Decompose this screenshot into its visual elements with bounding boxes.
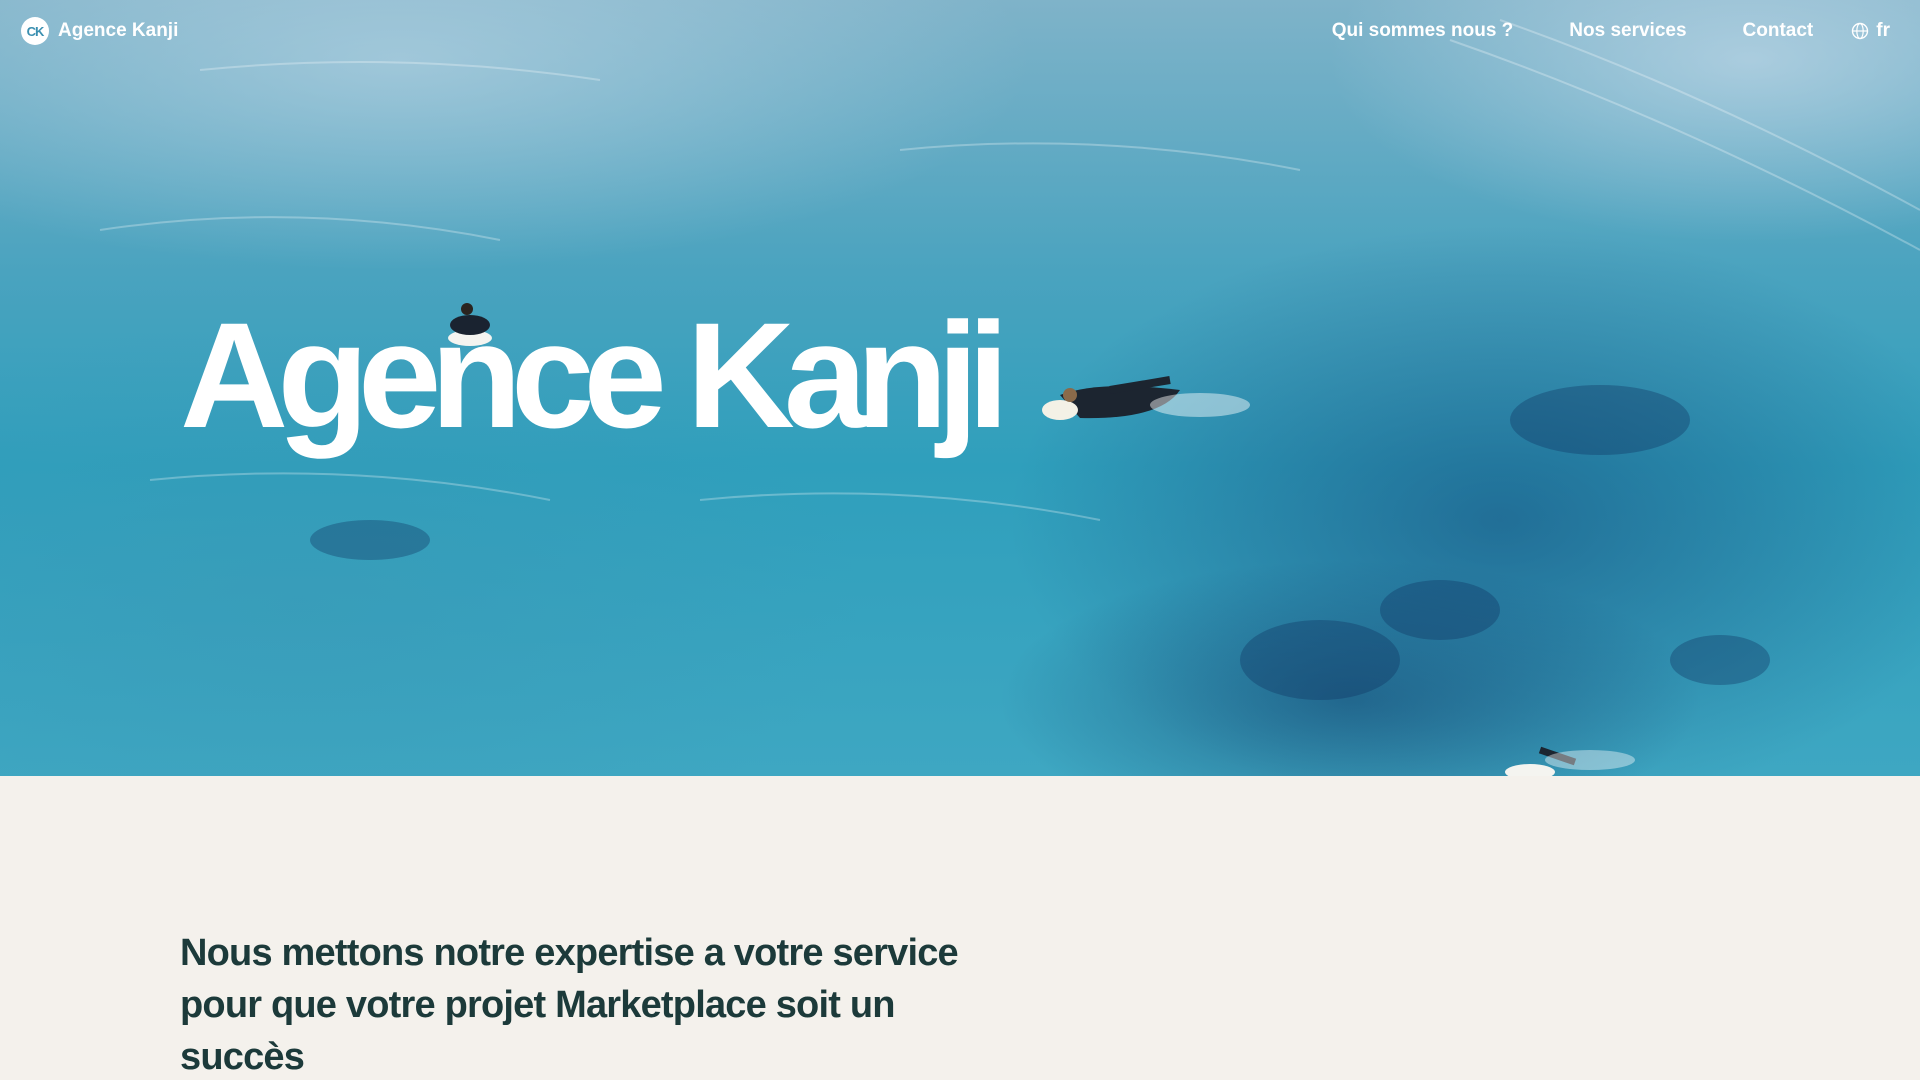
nav-link-services[interactable]: Nos services <box>1569 20 1686 42</box>
top-navbar: CK Agence Kanji Qui sommes nous ? Nos se… <box>0 0 1920 64</box>
language-switcher[interactable]: fr <box>1851 20 1890 42</box>
brand-logo-icon: CK <box>21 17 49 45</box>
language-label: fr <box>1876 20 1890 41</box>
nav-link-contact[interactable]: Contact <box>1743 20 1814 42</box>
nav-link-about[interactable]: Qui sommes nous ? <box>1332 20 1514 42</box>
surfer-figure <box>1042 376 1250 420</box>
brand-home-link[interactable]: CK Agence Kanji <box>21 17 178 45</box>
main-nav: Qui sommes nous ? Nos services Contact f… <box>1332 20 1890 42</box>
surfer-figure <box>1505 746 1635 776</box>
brand-name: Agence Kanji <box>58 20 179 41</box>
intro-heading: Nous mettons notre expertise a votre ser… <box>180 932 959 1078</box>
hero-section: CK Agence Kanji Qui sommes nous ? Nos se… <box>0 0 1920 776</box>
globe-icon <box>1852 22 1869 40</box>
hero-title: Agence Kanji <box>180 291 1009 459</box>
